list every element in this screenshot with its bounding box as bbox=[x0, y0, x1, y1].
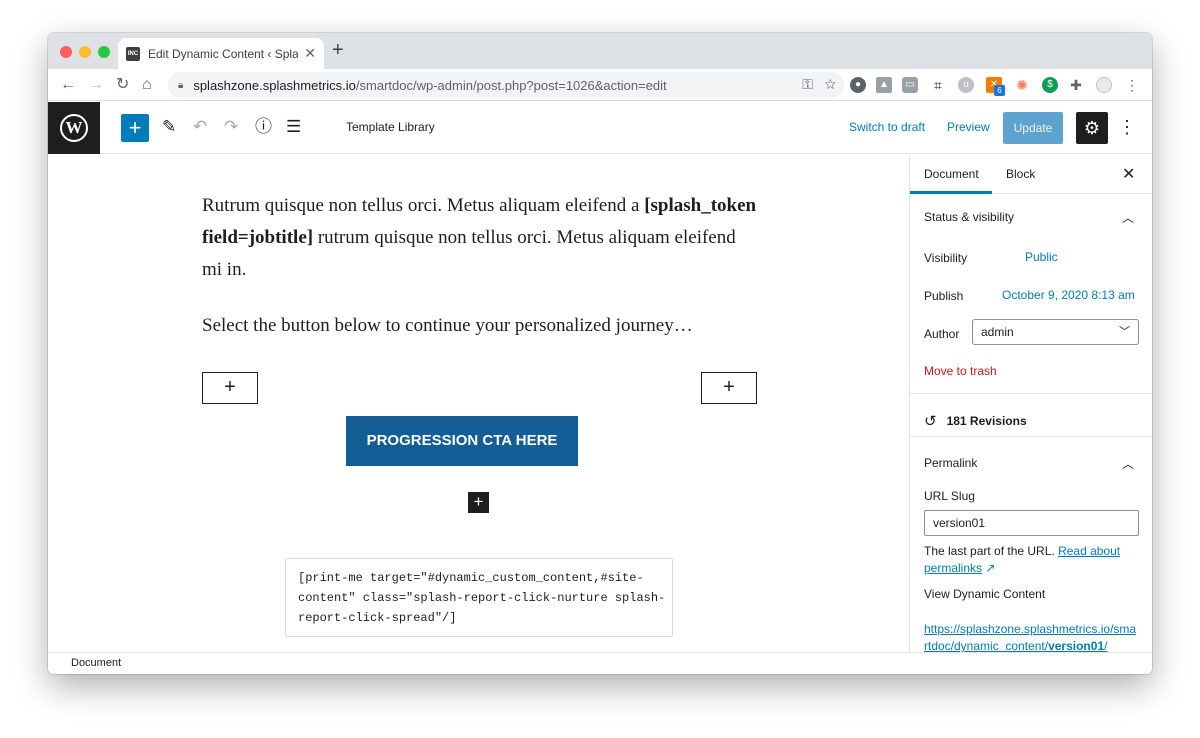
extension-drive-icon[interactable]: ▲ bbox=[876, 77, 892, 93]
permalink-url-link[interactable]: https://splashzone.splashmetrics.io/smar… bbox=[924, 621, 1139, 652]
extension-u-icon[interactable]: u bbox=[958, 77, 974, 93]
column-add-block-button-right[interactable]: + bbox=[701, 372, 757, 404]
home-icon[interactable]: ⌂ bbox=[142, 75, 152, 95]
history-icon: ↺ bbox=[924, 413, 937, 430]
edit-tools-icon[interactable]: ✎ bbox=[162, 117, 176, 137]
lock-icon: 🔒︎ bbox=[178, 79, 184, 91]
switch-to-draft-button[interactable]: Switch to draft bbox=[849, 120, 925, 134]
revisions-link[interactable]: ↺ 181 Revisions bbox=[924, 412, 1027, 430]
extension-screenshot-icon[interactable]: ⌗ bbox=[930, 77, 946, 93]
extension-chat-icon[interactable]: ▭ bbox=[902, 77, 918, 93]
more-tools-icon[interactable]: ⋮ bbox=[1118, 117, 1136, 137]
tab-block[interactable]: Block bbox=[1006, 167, 1035, 181]
column-add-block-button-left[interactable]: + bbox=[202, 372, 258, 404]
wordpress-logo[interactable]: W bbox=[48, 102, 100, 154]
chevron-up-icon[interactable]: ︿ bbox=[1122, 209, 1134, 226]
chevron-down-icon: ﹀ bbox=[1119, 326, 1130, 338]
extension-circle-icon[interactable]: ● bbox=[850, 77, 866, 93]
profile-avatar[interactable] bbox=[1096, 77, 1112, 93]
site-favicon-icon: INC bbox=[126, 46, 140, 61]
extension-green-icon[interactable]: $ bbox=[1042, 77, 1058, 93]
publish-label: Publish bbox=[924, 289, 964, 303]
omnibox-icons: ⚿ ☆ bbox=[802, 76, 836, 93]
url-slug-label: URL Slug bbox=[924, 489, 975, 503]
cta-button-block[interactable]: PROGRESSION CTA HERE bbox=[346, 416, 578, 466]
tab-close-icon[interactable]: ✕ bbox=[304, 45, 316, 62]
back-icon[interactable]: ← bbox=[60, 75, 76, 95]
move-to-trash-link[interactable]: Move to trash bbox=[924, 364, 997, 378]
browser-menu-icon[interactable]: ⋮ bbox=[1124, 77, 1140, 93]
maximize-window-button[interactable] bbox=[98, 46, 110, 58]
tab-title: Edit Dynamic Content ‹ Splash bbox=[148, 46, 298, 61]
browser-tab[interactable]: INC Edit Dynamic Content ‹ Splash ✕ bbox=[118, 38, 324, 69]
author-select[interactable]: admin ﹀ bbox=[972, 319, 1139, 345]
visibility-label: Visibility bbox=[924, 251, 968, 265]
key-icon[interactable]: ⚿ bbox=[802, 76, 813, 92]
block-navigation-icon[interactable]: ☰ bbox=[286, 117, 301, 137]
template-library-button[interactable]: Template Library bbox=[346, 120, 435, 134]
external-link-icon: ↗ bbox=[985, 561, 996, 575]
address-bar[interactable]: 🔒︎ splashzone.splashmetrics.io/smartdoc/… bbox=[168, 72, 844, 98]
add-block-button[interactable]: + bbox=[121, 114, 149, 142]
close-window-button[interactable] bbox=[60, 46, 72, 58]
divider bbox=[910, 393, 1152, 394]
settings-sidebar: Document Block ✕ Status & visibility ︿ V… bbox=[909, 154, 1152, 652]
wordpress-icon: W bbox=[60, 114, 88, 142]
url-slug-input[interactable]: version01 bbox=[924, 510, 1139, 536]
block-inserter-icon[interactable]: + bbox=[468, 492, 489, 513]
new-tab-icon[interactable]: + bbox=[332, 40, 344, 60]
extension-badge: 6 bbox=[994, 85, 1005, 96]
paragraph-block[interactable]: Rutrum quisque non tellus orci. Metus al… bbox=[202, 190, 758, 286]
wp-editor-header: W + ✎ ↶ ↷ ⓘ ☰ Template Library Switch to… bbox=[48, 102, 1152, 154]
update-button[interactable]: Update bbox=[1003, 112, 1063, 144]
permalink-heading[interactable]: Permalink bbox=[924, 456, 977, 470]
reload-icon[interactable]: ↻ bbox=[116, 75, 129, 95]
info-icon[interactable]: ⓘ bbox=[255, 117, 272, 137]
browser-window: INC Edit Dynamic Content ‹ Splash ✕ + ← … bbox=[48, 33, 1152, 674]
sidebar-tabs: Document Block ✕ bbox=[910, 154, 1152, 194]
permalink-help: The last part of the URL. Read about per… bbox=[924, 544, 1121, 575]
chevron-up-icon[interactable]: ︿ bbox=[1122, 455, 1134, 472]
redo-icon[interactable]: ↷ bbox=[224, 117, 238, 137]
paragraph-block-cta-intro[interactable]: Select the button below to continue your… bbox=[202, 310, 758, 342]
undo-icon[interactable]: ↶ bbox=[193, 117, 207, 137]
close-sidebar-icon[interactable]: ✕ bbox=[1122, 164, 1135, 184]
active-tab-indicator bbox=[910, 191, 992, 194]
status-visibility-heading[interactable]: Status & visibility bbox=[924, 210, 1014, 224]
author-label: Author bbox=[924, 327, 960, 341]
browser-tab-strip: INC Edit Dynamic Content ‹ Splash ✕ + bbox=[48, 33, 1152, 69]
extension-hubspot-icon[interactable]: ✺ bbox=[1014, 77, 1030, 93]
minimize-window-button[interactable] bbox=[79, 46, 91, 58]
block-breadcrumb-bar: Document bbox=[48, 652, 1152, 674]
forward-icon[interactable]: → bbox=[88, 75, 104, 95]
visibility-value[interactable]: Public bbox=[1025, 250, 1058, 264]
shortcode-block[interactable]: [print-me target="#dynamic_custom_conten… bbox=[285, 558, 673, 637]
editor-canvas: Rutrum quisque non tellus orci. Metus al… bbox=[48, 154, 909, 652]
extensions-puzzle-icon[interactable]: ✚ bbox=[1068, 77, 1084, 93]
tab-document[interactable]: Document bbox=[924, 167, 979, 181]
publish-date[interactable]: October 9, 2020 8:13 am bbox=[1002, 288, 1135, 302]
browser-toolbar: ← → ↻ ⌂ 🔒︎ splashzone.splashmetrics.io/s… bbox=[48, 69, 1152, 101]
bookmark-star-icon[interactable]: ☆ bbox=[825, 76, 836, 92]
preview-button[interactable]: Preview bbox=[947, 120, 990, 134]
breadcrumb-document[interactable]: Document bbox=[71, 657, 121, 669]
settings-gear-icon[interactable]: ⚙ bbox=[1076, 112, 1108, 144]
url-text: splashzone.splashmetrics.io/smartdoc/wp-… bbox=[193, 77, 667, 93]
divider bbox=[910, 436, 1152, 437]
view-dynamic-content-label: View Dynamic Content bbox=[924, 587, 1046, 601]
